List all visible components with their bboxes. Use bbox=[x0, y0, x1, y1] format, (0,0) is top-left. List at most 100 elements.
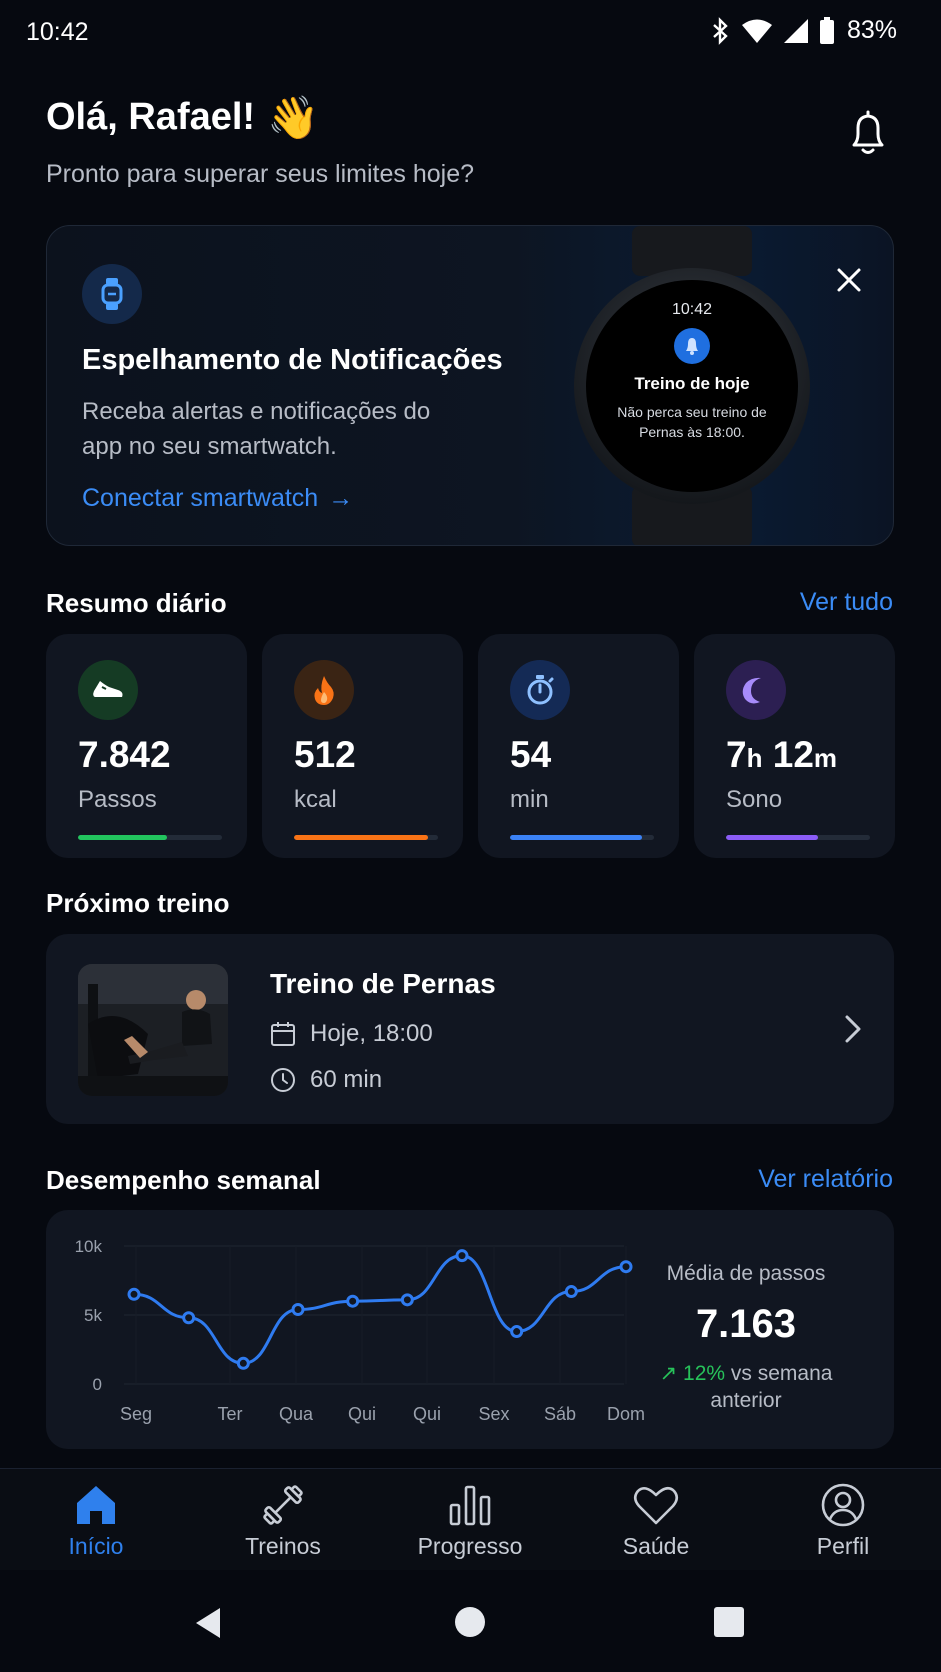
notification-bell-icon[interactable] bbox=[844, 108, 892, 160]
sleep-hours: 7 bbox=[726, 734, 747, 775]
bar-chart-icon bbox=[449, 1485, 491, 1526]
nav-health[interactable]: Saúde bbox=[576, 1483, 736, 1560]
data-point bbox=[182, 1311, 196, 1325]
data-point bbox=[346, 1294, 360, 1308]
recents-icon[interactable] bbox=[713, 1606, 745, 1638]
home-circle-icon[interactable] bbox=[454, 1606, 486, 1638]
profile-icon bbox=[821, 1483, 865, 1527]
smartwatch-promo-card: Espelhamento de Notificações Receba aler… bbox=[46, 225, 894, 546]
sleep-minutes: 12 bbox=[772, 734, 814, 775]
y-tick-label: 0 bbox=[93, 1375, 102, 1394]
sleep-progress-fill bbox=[726, 835, 819, 840]
next-workout-title: Próximo treino bbox=[46, 888, 230, 918]
wifi-icon bbox=[741, 19, 772, 43]
minutes-label: min bbox=[510, 786, 549, 813]
flame-icon bbox=[294, 660, 354, 720]
sleep-label: Sono bbox=[726, 786, 783, 813]
average-steps-value: 7.163 bbox=[695, 1302, 797, 1346]
nav-health-label: Saúde bbox=[622, 1533, 690, 1559]
connect-smartwatch-label: Conectar smartwatch bbox=[82, 484, 319, 512]
data-point bbox=[291, 1302, 305, 1316]
y-tick-label: 10k bbox=[75, 1237, 103, 1256]
watch-face-message: Não perca seu treino de Pernas às 18:00. bbox=[617, 404, 767, 440]
stopwatch-icon bbox=[510, 660, 570, 720]
sleep-hours-unit: h bbox=[746, 743, 763, 773]
delta-text-1: vs semana bbox=[730, 1362, 833, 1385]
nav-profile-label: Perfil bbox=[816, 1533, 870, 1559]
workout-date: Hoje, 18:00 bbox=[310, 1020, 433, 1047]
steps-progress-bar bbox=[78, 835, 222, 840]
sleep-stat-card[interactable]: 7h 12m Sono bbox=[694, 634, 895, 858]
data-point bbox=[510, 1325, 524, 1339]
sleep-progress-bar bbox=[726, 835, 870, 840]
see-all-link[interactable]: Ver tudo bbox=[800, 588, 893, 617]
close-icon[interactable] bbox=[831, 262, 867, 298]
battery-icon bbox=[819, 16, 834, 44]
x-tick-label: Dom bbox=[607, 1404, 645, 1424]
daily-summary-title: Resumo diário bbox=[46, 588, 227, 618]
next-workout-card[interactable]: Treino de Pernas Hoje, 18:00 60 min bbox=[46, 934, 894, 1124]
status-icons: 83% bbox=[711, 16, 897, 45]
promo-description: Receba alertas e notificações do app no … bbox=[82, 398, 431, 460]
watch-face-time: 10:42 bbox=[671, 301, 713, 318]
clock-icon bbox=[271, 1068, 295, 1092]
steps-progress-fill bbox=[78, 835, 168, 840]
steps-value: 7.842 bbox=[78, 734, 171, 775]
nav-progress-label: Progresso bbox=[417, 1533, 523, 1559]
delta-percent: 12% bbox=[683, 1362, 726, 1385]
dumbbell-icon bbox=[263, 1485, 303, 1525]
heart-icon bbox=[633, 1486, 679, 1525]
greeting: Olá, Rafael! 👋 bbox=[46, 96, 319, 139]
sleep-value: 7h 12m bbox=[726, 734, 837, 776]
data-point bbox=[619, 1260, 633, 1274]
minutes-value: 54 bbox=[510, 734, 552, 775]
calories-label: kcal bbox=[294, 786, 337, 813]
weekly-performance-title: Desempenho semanal bbox=[46, 1165, 321, 1195]
x-tick-label: Qui bbox=[413, 1404, 441, 1424]
calories-progress-fill bbox=[294, 835, 428, 840]
chevron-right-icon[interactable] bbox=[841, 1014, 865, 1044]
greeting-subtitle: Pronto para superar seus limites hoje? bbox=[46, 160, 475, 188]
nav-progress[interactable]: Progresso bbox=[390, 1483, 550, 1560]
steps-stat-card[interactable]: 7.842 Passos bbox=[46, 634, 247, 858]
moon-icon bbox=[726, 660, 786, 720]
workout-thumbnail bbox=[78, 964, 228, 1096]
signal-icon bbox=[783, 18, 808, 43]
x-tick-label: Sex bbox=[478, 1404, 509, 1424]
see-report-link[interactable]: Ver relatório bbox=[758, 1165, 893, 1194]
promo-title: Espelhamento de Notificações bbox=[82, 344, 503, 376]
average-steps-delta: ↗ 12% vs semana anterior bbox=[642, 1360, 850, 1414]
nav-workouts-label: Treinos bbox=[245, 1533, 321, 1559]
workout-title: Treino de Pernas bbox=[270, 968, 496, 999]
steps-label: Passos bbox=[78, 786, 157, 813]
bluetooth-icon bbox=[713, 16, 728, 45]
x-tick-label: Qui bbox=[348, 1404, 376, 1424]
greeting-text: Olá, Rafael! bbox=[46, 96, 256, 138]
calories-progress-bar bbox=[294, 835, 438, 840]
workout-date-row: Hoje, 18:00 bbox=[270, 1020, 433, 1048]
data-point bbox=[400, 1293, 414, 1307]
watch-icon bbox=[82, 264, 142, 324]
active-minutes-stat-card[interactable]: 54 min bbox=[478, 634, 679, 858]
steps-line-chart: 10k 5k 0 Seg Ter Qua Qui Qui Sex Sáb Dom bbox=[75, 1237, 645, 1424]
nav-workouts[interactable]: Treinos bbox=[203, 1483, 363, 1560]
y-tick-label: 5k bbox=[84, 1306, 102, 1325]
trend-up-icon: ↗ bbox=[659, 1362, 678, 1385]
nav-profile[interactable]: Perfil bbox=[763, 1483, 923, 1560]
sleep-minutes-unit: m bbox=[813, 743, 838, 773]
watch-face-title: Treino de hoje bbox=[634, 374, 750, 393]
workout-duration: 60 min bbox=[310, 1066, 383, 1093]
minutes-progress-bar bbox=[510, 835, 654, 840]
nav-home[interactable]: Início bbox=[16, 1483, 176, 1560]
calories-value: 512 bbox=[294, 734, 356, 775]
connect-smartwatch-link[interactable]: Conectar smartwatch → bbox=[82, 484, 353, 513]
calendar-icon bbox=[271, 1022, 295, 1046]
arrow-right-icon: → bbox=[328, 484, 354, 512]
steps-series-line bbox=[133, 1254, 627, 1365]
back-icon[interactable] bbox=[192, 1606, 224, 1640]
calories-stat-card[interactable]: 512 kcal bbox=[262, 634, 463, 858]
x-tick-label: Seg bbox=[120, 1404, 152, 1424]
wave-emoji: 👋 bbox=[267, 93, 320, 141]
home-icon bbox=[77, 1486, 115, 1524]
workout-duration-row: 60 min bbox=[270, 1066, 382, 1094]
